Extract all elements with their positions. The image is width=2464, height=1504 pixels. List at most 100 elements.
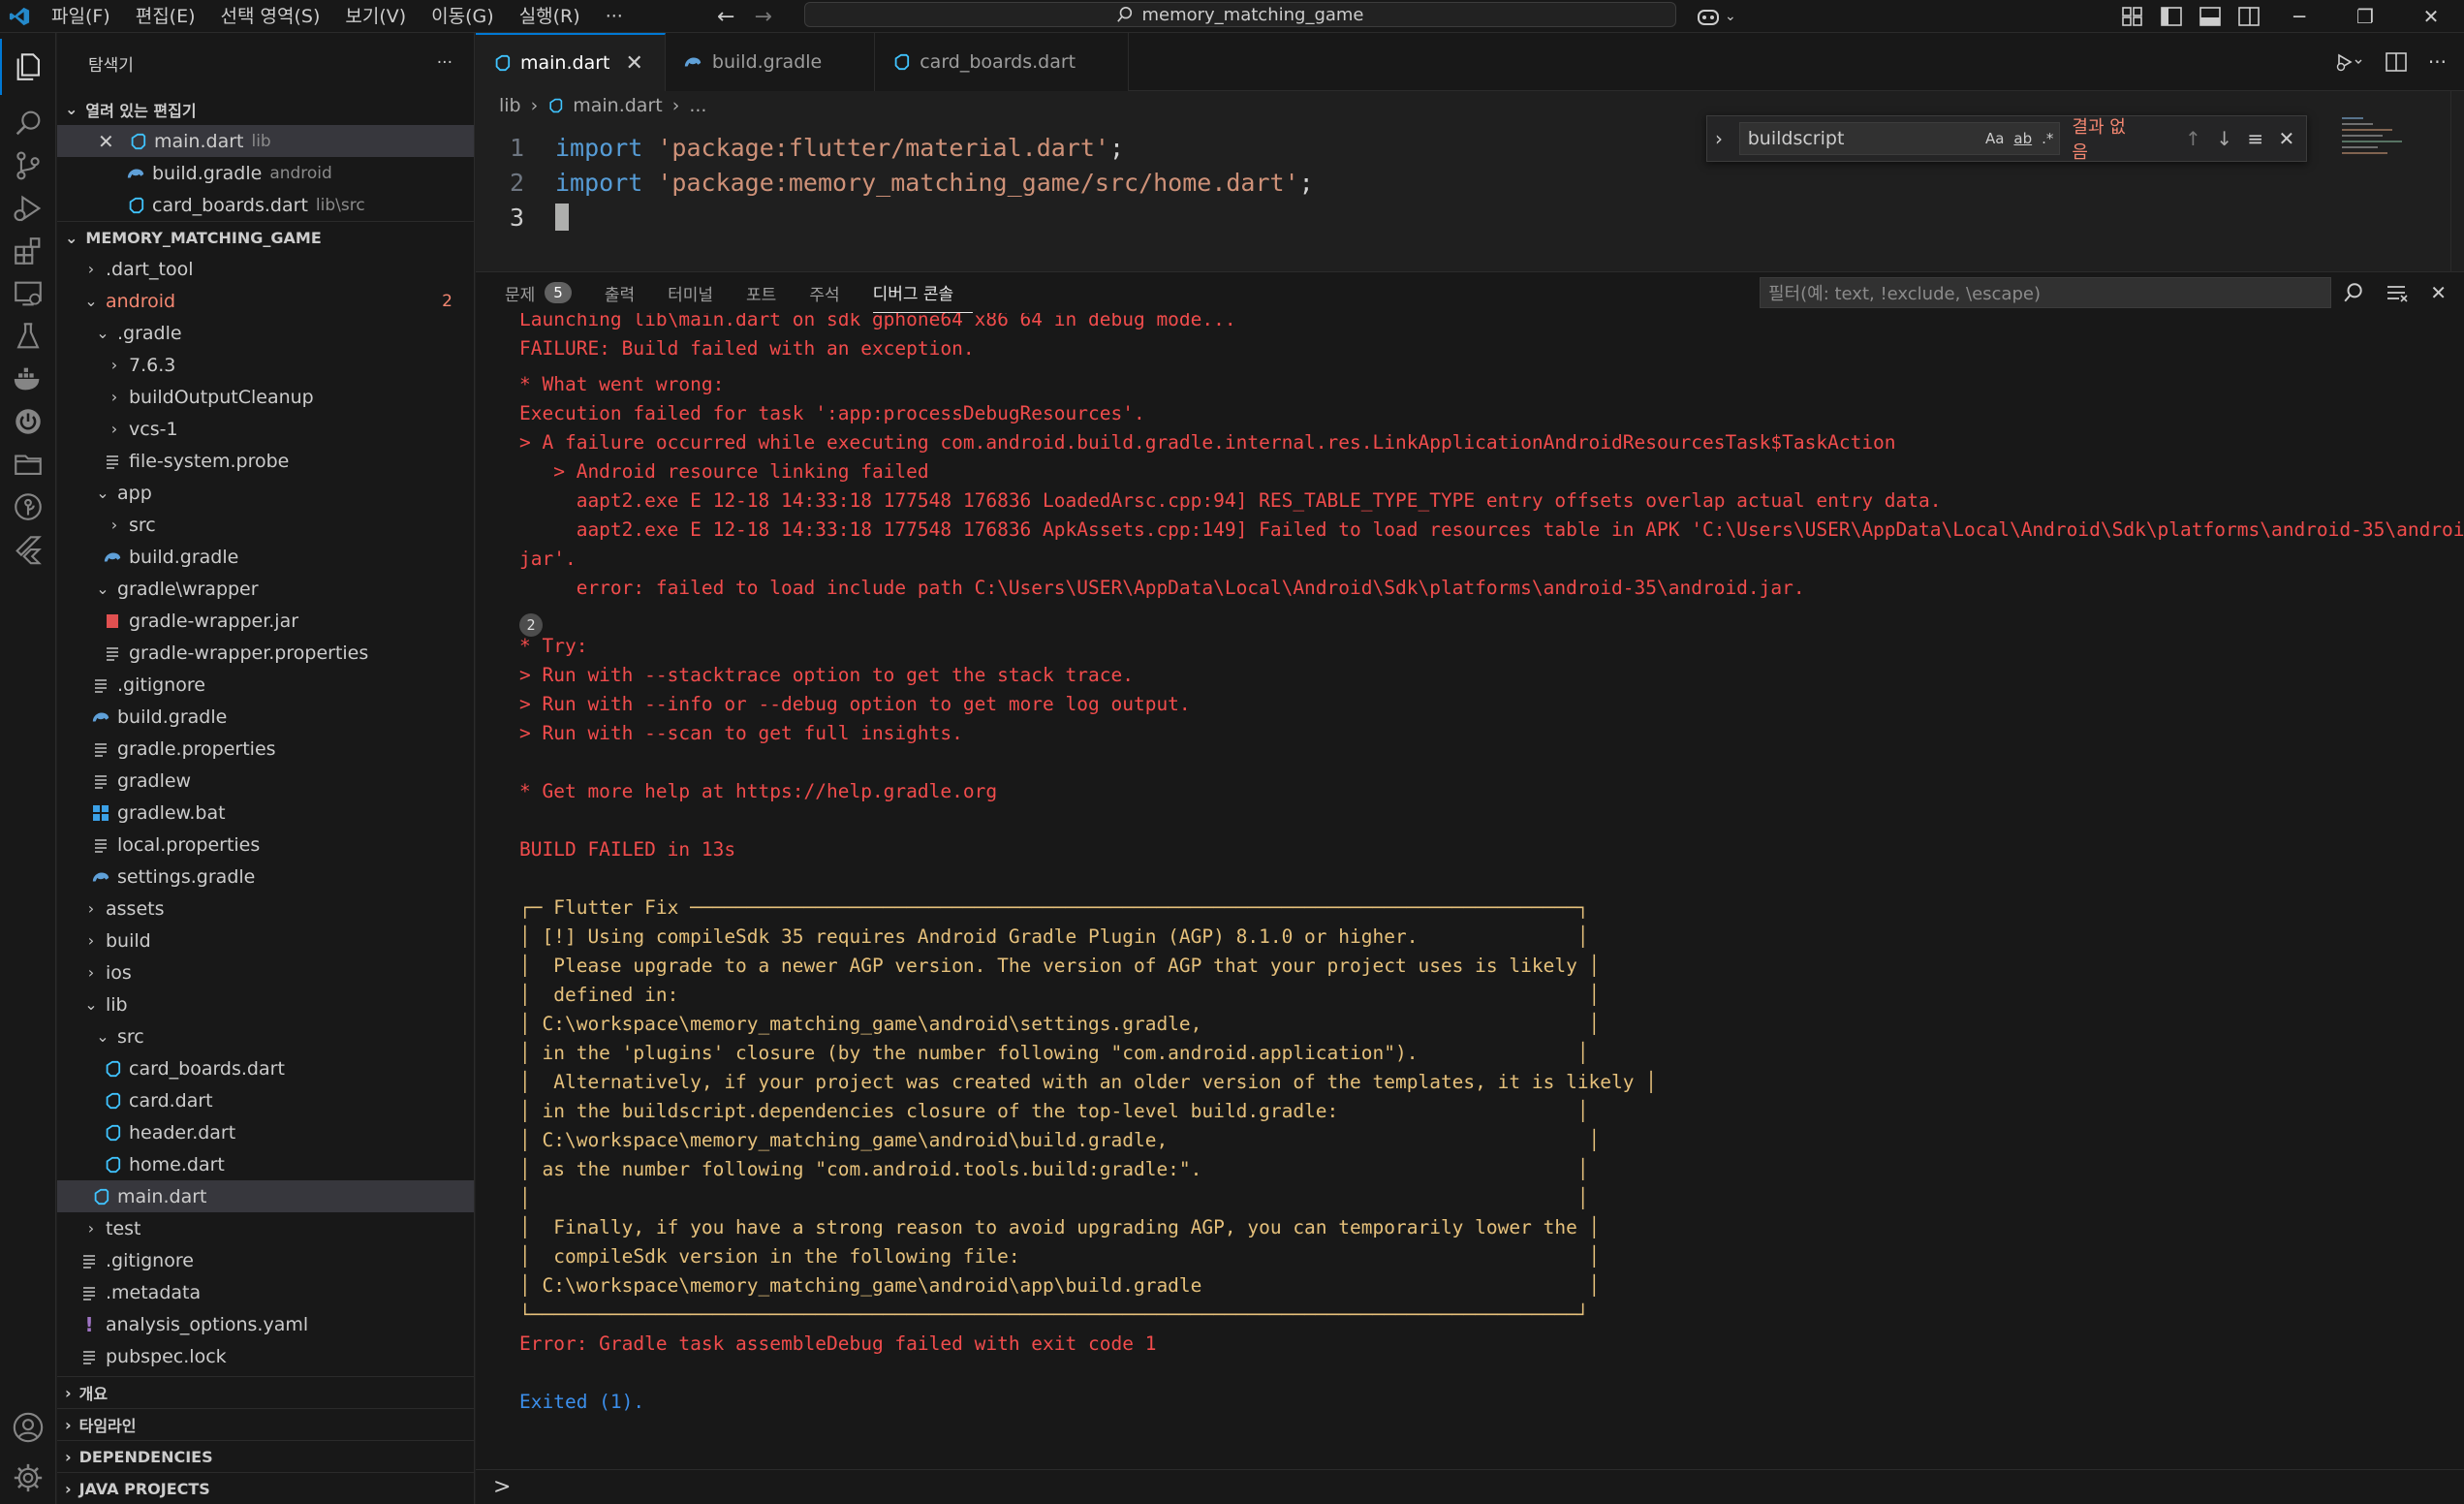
tab-debug-console[interactable]: 디버그 콘솔 <box>872 272 974 313</box>
copilot-button[interactable]: ⌄ <box>1696 0 1736 33</box>
tree-folder[interactable]: › ios <box>57 956 474 988</box>
clear-console-icon[interactable] <box>2386 283 2409 302</box>
menu-run[interactable]: 실행(R) <box>507 0 593 33</box>
accounts-icon[interactable] <box>0 1399 56 1456</box>
tree-folder[interactable]: ⌄ lib <box>57 988 474 1020</box>
previous-match-icon[interactable]: ↑ <box>2181 127 2204 150</box>
menu-more[interactable]: ··· <box>593 0 636 33</box>
timeline-section[interactable]: › 타임라인 <box>57 1408 474 1440</box>
breadcrumb-item[interactable]: lib <box>499 95 521 116</box>
tree-folder[interactable]: › vcs-1 <box>57 413 474 445</box>
open-editor-item[interactable]: build.gradle android <box>57 157 474 189</box>
toggle-panel-icon[interactable] <box>2199 7 2221 26</box>
tree-folder[interactable]: ⌄ gradle\wrapper <box>57 573 474 605</box>
breadcrumb-item[interactable]: ... <box>689 95 706 116</box>
minimap[interactable] <box>2334 114 2412 172</box>
close-icon[interactable]: ✕ <box>98 130 117 153</box>
tab-card-boards-dart[interactable]: card_boards.dart <box>875 33 1130 91</box>
tree-file[interactable]: ! analysis_options.yaml <box>57 1308 474 1340</box>
run-debug-dropdown-icon[interactable] <box>2335 51 2364 73</box>
tree-file[interactable]: main.dart <box>57 1180 474 1212</box>
tree-file[interactable]: pubspec.lock <box>57 1340 474 1372</box>
close-icon[interactable]: ✕ <box>2275 127 2298 150</box>
explorer-more-actions[interactable]: ··· <box>437 53 452 73</box>
tree-folder[interactable]: ⌄ app <box>57 477 474 509</box>
tab-build-gradle[interactable]: build.gradle <box>665 33 876 91</box>
java-projects-section[interactable]: › JAVA PROJECTS <box>57 1472 474 1504</box>
tree-file[interactable]: card_boards.dart <box>57 1052 474 1084</box>
tree-file[interactable]: build.gradle <box>57 701 474 733</box>
outline-section[interactable]: › 개요 <box>57 1376 474 1408</box>
tab-main-dart[interactable]: main.dart ✕ <box>476 33 666 91</box>
customize-layout-icon[interactable] <box>2122 7 2143 26</box>
tree-file[interactable]: .gitignore <box>57 669 474 701</box>
tab-terminal[interactable]: 터미널 <box>668 272 733 313</box>
tab-problems[interactable]: 문제 5 <box>505 272 591 313</box>
tree-folder[interactable]: ⌄ .gradle <box>57 317 474 349</box>
match-case-toggle[interactable]: Aa <box>1985 130 2004 147</box>
search-icon[interactable] <box>2343 282 2364 303</box>
toggle-primary-sidebar-icon[interactable] <box>2161 7 2182 26</box>
close-window-icon[interactable]: ✕ <box>2398 0 2464 33</box>
explorer-icon[interactable] <box>0 39 56 95</box>
tree-file[interactable]: card.dart <box>57 1084 474 1116</box>
tree-file[interactable]: .gitignore <box>57 1244 474 1276</box>
toggle-secondary-sidebar-icon[interactable] <box>2238 7 2260 26</box>
tree-file[interactable]: gradle-wrapper.jar <box>57 605 474 637</box>
minimize-icon[interactable]: ─ <box>2266 0 2332 33</box>
gear-icon[interactable] <box>0 1450 56 1504</box>
tree-folder[interactable]: › buildOutputCleanup <box>57 381 474 413</box>
forward-arrow-icon[interactable]: → <box>754 5 771 29</box>
split-editor-icon[interactable] <box>2386 52 2407 72</box>
tree-folder[interactable]: › build <box>57 924 474 956</box>
tab-ports[interactable]: 포트 <box>746 272 795 313</box>
tree-file[interactable]: gradle.properties <box>57 733 474 765</box>
restore-icon[interactable]: ❐ <box>2332 0 2398 33</box>
flutter-icon[interactable] <box>0 521 56 578</box>
tree-folder[interactable]: › test <box>57 1212 474 1244</box>
tree-file[interactable]: gradle-wrapper.properties <box>57 637 474 669</box>
tree-file[interactable]: header.dart <box>57 1116 474 1148</box>
tree-file[interactable]: gradlew <box>57 765 474 797</box>
tree-folder[interactable]: ⌄ src <box>57 1020 474 1052</box>
tree-folder[interactable]: › 7.6.3 <box>57 349 474 381</box>
tab-output[interactable]: 출력 <box>605 272 654 313</box>
find-input[interactable]: buildscript Aa ab .* <box>1738 122 2061 155</box>
close-icon[interactable]: ✕ <box>2430 281 2447 304</box>
menu-selection[interactable]: 선택 영역(S) <box>208 0 333 33</box>
tab-comments[interactable]: 주석 <box>809 272 858 313</box>
tree-file[interactable]: gradlew.bat <box>57 797 474 829</box>
close-icon[interactable]: ✕ <box>625 51 642 76</box>
find-in-selection-icon[interactable]: ≡ <box>2244 127 2267 150</box>
command-center-search[interactable]: memory_matching_game <box>804 2 1676 27</box>
tree-folder[interactable]: ⌄ android 2 <box>57 285 474 317</box>
next-match-icon[interactable]: ↓ <box>2212 127 2235 150</box>
tree-file[interactable]: build.gradle <box>57 541 474 573</box>
dependencies-section[interactable]: › DEPENDENCIES <box>57 1440 474 1472</box>
regex-toggle[interactable]: .* <box>2042 130 2053 147</box>
menu-file[interactable]: 파일(F) <box>39 0 123 33</box>
menu-go[interactable]: 이동(G) <box>419 0 507 33</box>
console-input[interactable]: > <box>476 1469 2464 1504</box>
more-actions-icon[interactable]: ··· <box>2428 50 2447 74</box>
open-editor-item[interactable]: card_boards.dart lib\src <box>57 189 474 221</box>
open-editors-section[interactable]: ⌄ 열려 있는 편집기 <box>57 93 474 125</box>
tree-file[interactable]: settings.gradle <box>57 861 474 893</box>
breadcrumb-item[interactable]: main.dart <box>573 95 662 116</box>
tree-folder[interactable]: › .dart_tool <box>57 253 474 285</box>
console-filter-input[interactable]: 필터(예: text, !exclude, \escape) <box>1760 277 2331 308</box>
tree-file[interactable]: file-system.probe <box>57 445 474 477</box>
project-section[interactable]: ⌄ MEMORY_MATCHING_GAME <box>57 221 474 253</box>
tree-folder[interactable]: › src <box>57 509 474 541</box>
menu-edit[interactable]: 편집(E) <box>123 0 208 33</box>
tree-file[interactable]: .metadata <box>57 1276 474 1308</box>
match-word-toggle[interactable]: ab <box>2013 130 2032 147</box>
open-editor-item[interactable]: ✕ main.dart lib <box>57 125 474 157</box>
chevron-right-icon[interactable]: › <box>1715 127 1731 150</box>
back-arrow-icon[interactable]: ← <box>717 5 734 29</box>
tree-folder[interactable]: › assets <box>57 893 474 924</box>
menu-view[interactable]: 보기(V) <box>332 0 419 33</box>
tree-file[interactable]: home.dart <box>57 1148 474 1180</box>
tree-file[interactable]: local.properties <box>57 829 474 861</box>
editor-scrollbar[interactable] <box>2450 91 2464 271</box>
